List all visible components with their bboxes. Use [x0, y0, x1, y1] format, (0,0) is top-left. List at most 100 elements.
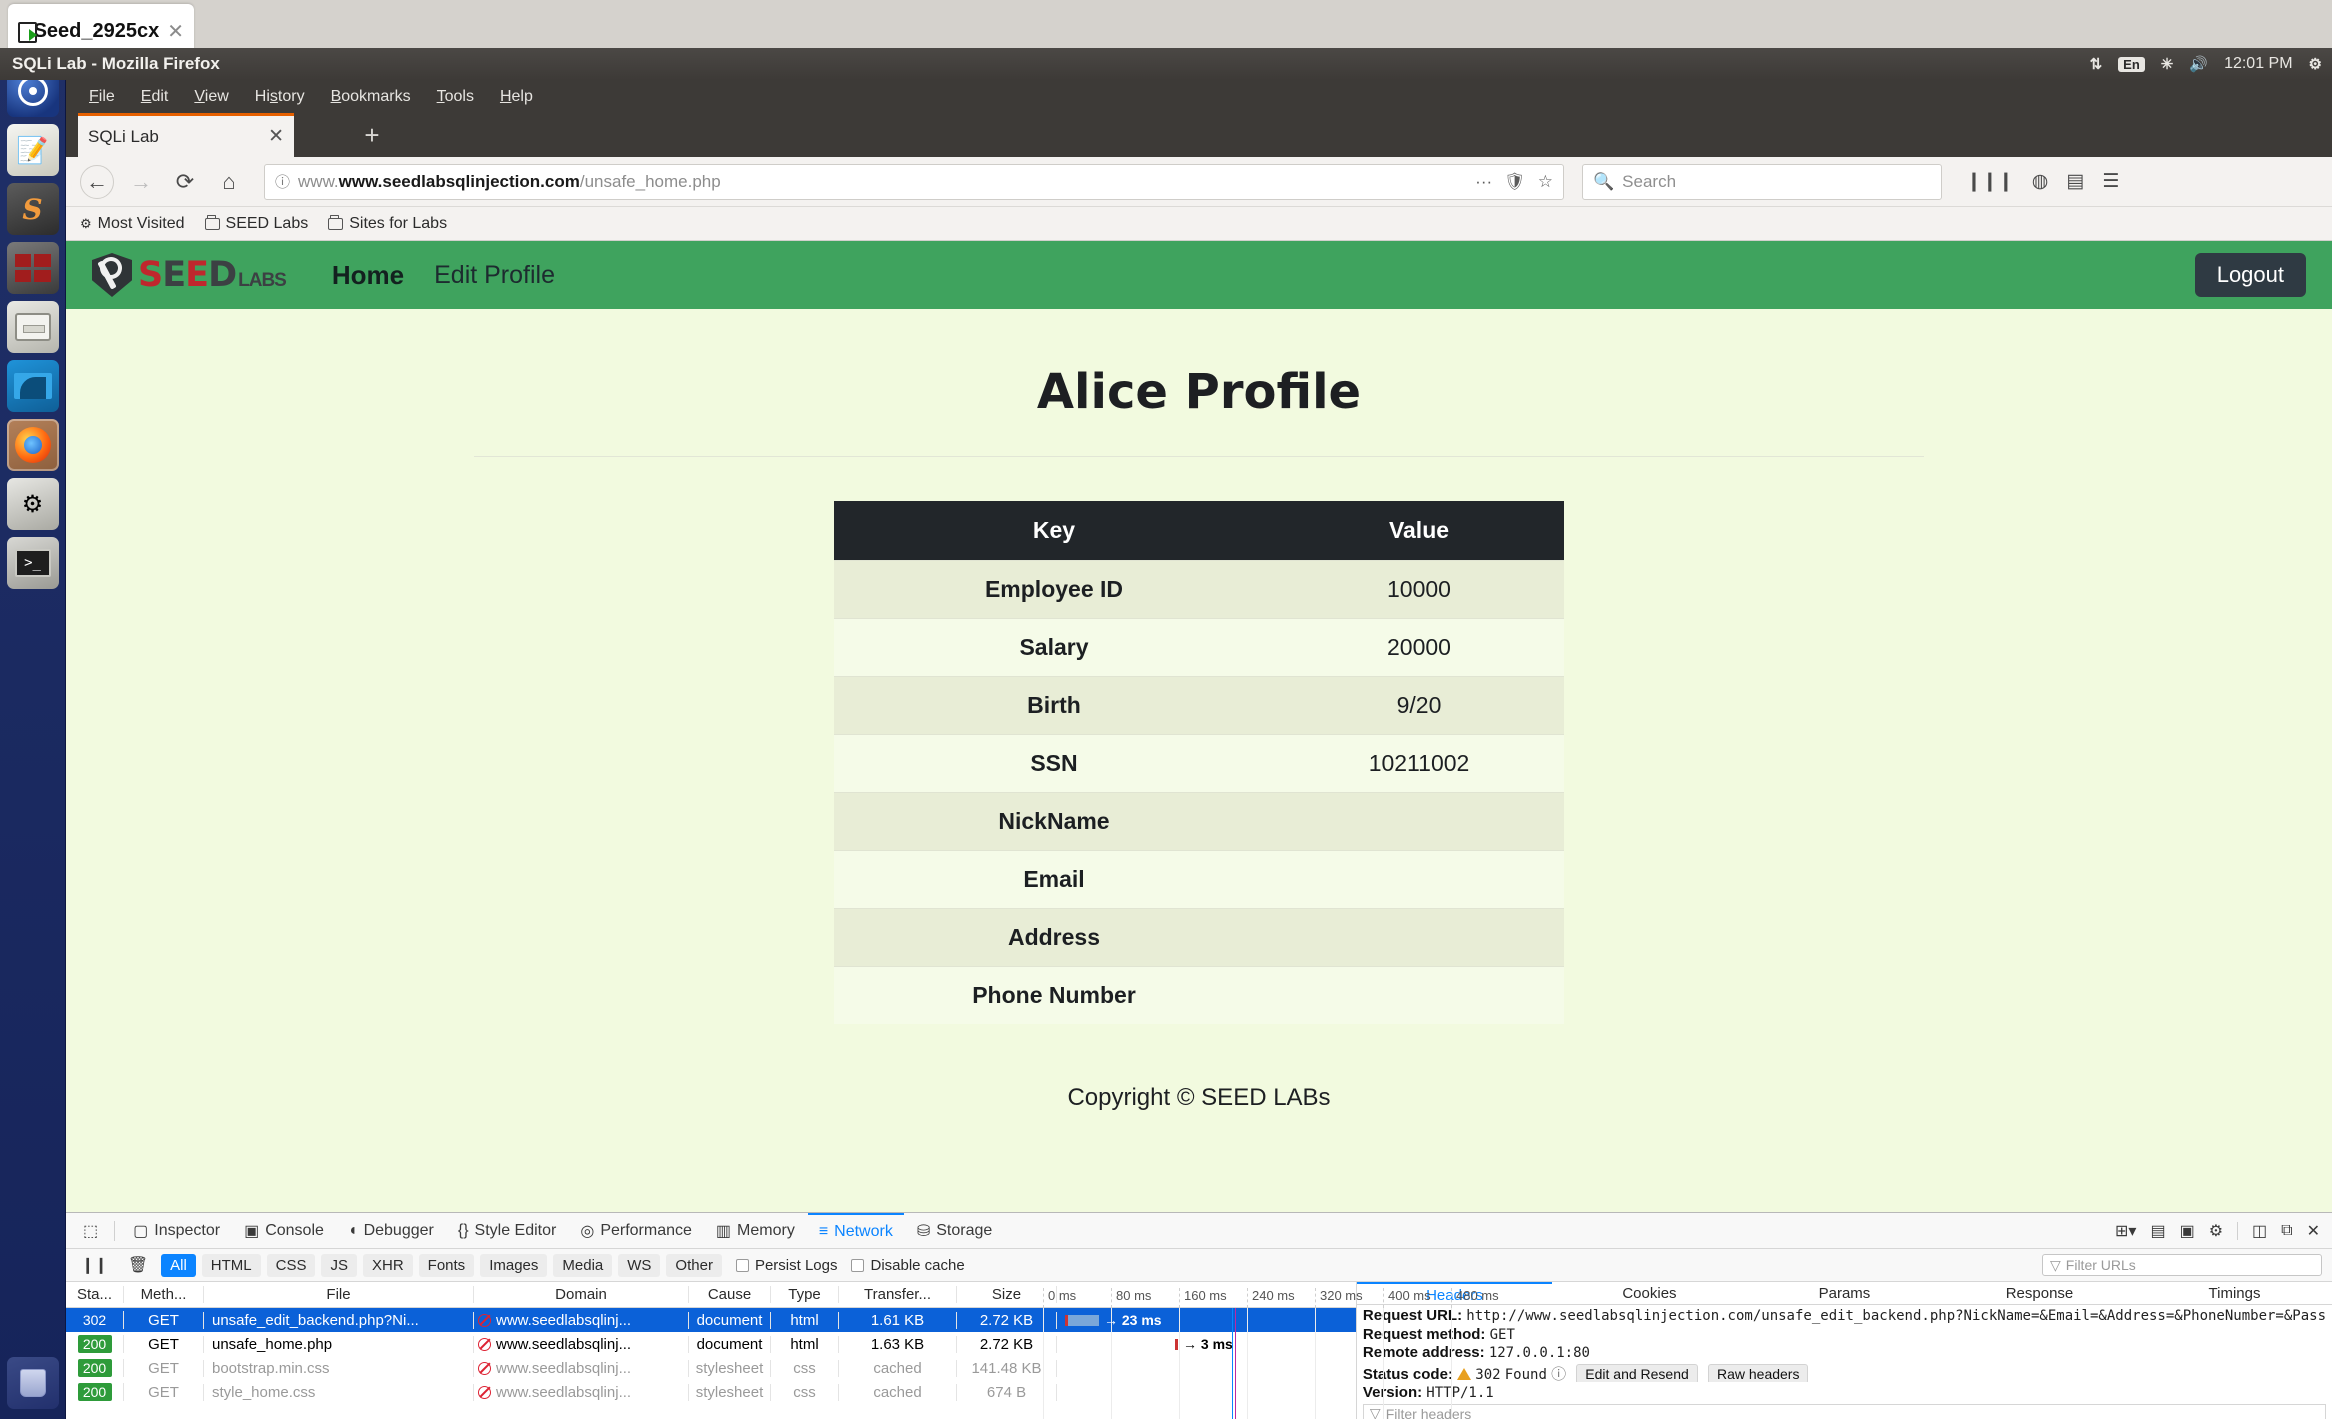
volume-icon[interactable]: 🔊: [2189, 55, 2208, 73]
console-split-icon[interactable]: ▤: [2150, 1221, 2165, 1241]
menu-bookmarks[interactable]: Bookmarks: [318, 85, 424, 109]
table-cell-value: [1274, 966, 1564, 1024]
gear-icon[interactable]: ⚙: [2209, 1221, 2223, 1241]
browser-tab-sqli-lab[interactable]: SQLi Lab ✕: [78, 113, 294, 157]
filter-xhr[interactable]: XHR: [363, 1253, 413, 1277]
table-row: Phone Number: [834, 966, 1564, 1024]
layout-icon[interactable]: ⊞▾: [2115, 1221, 2136, 1241]
clock[interactable]: 12:01 PM: [2224, 55, 2292, 73]
browser-tab-close-icon[interactable]: ✕: [268, 125, 284, 148]
tab-inspector[interactable]: ▢ Inspector: [122, 1213, 231, 1249]
col-type[interactable]: Type: [771, 1286, 839, 1303]
filter-html[interactable]: HTML: [201, 1253, 261, 1277]
seed-labs-logo[interactable]: SEED LABS: [92, 253, 287, 297]
home-button[interactable]: ⌂: [212, 165, 246, 199]
col-domain[interactable]: Domain: [474, 1286, 689, 1303]
folder-icon: [204, 214, 220, 230]
timeline-tick: 400 ms: [1383, 1288, 1431, 1308]
forward-button[interactable]: →: [124, 165, 158, 199]
filter-js[interactable]: JS: [321, 1253, 357, 1277]
menu-help[interactable]: Help: [487, 85, 546, 109]
filter-media[interactable]: Media: [553, 1253, 613, 1277]
detail-tab-params[interactable]: Params: [1747, 1282, 1942, 1304]
cell-size: 2.72 KB: [957, 1311, 1057, 1329]
filter-other[interactable]: Other: [666, 1253, 722, 1277]
title-divider: [474, 456, 1924, 457]
info-icon[interactable]: ⓘ: [275, 171, 290, 192]
tab-performance[interactable]: ◎ Performance: [569, 1213, 703, 1249]
search-bar[interactable]: 🔍 Search: [1582, 163, 1942, 200]
url-bar[interactable]: ⓘ www.www.seedlabsqlinjection.com/unsafe…: [264, 163, 1564, 200]
bluetooth-icon[interactable]: ✳: [2161, 55, 2174, 73]
disable-cache-checkbox[interactable]: Disable cache: [851, 1257, 965, 1274]
vm-tab-close-icon[interactable]: ✕: [167, 19, 184, 44]
hamburger-menu-icon[interactable]: ☰: [2102, 170, 2119, 193]
col-header-key: Key: [834, 501, 1274, 561]
filter-all[interactable]: All: [161, 1253, 196, 1277]
cell-transferred: cached: [839, 1383, 957, 1401]
timeline-tick: 240 ms: [1247, 1288, 1295, 1308]
tab-memory[interactable]: ▥ Memory: [705, 1213, 806, 1249]
col-status[interactable]: Sta...: [66, 1286, 124, 1303]
status-badge: 200: [77, 1383, 112, 1401]
bookmark-most-visited[interactable]: ⚙ Most Visited: [80, 215, 185, 233]
tracking-shield-icon[interactable]: 🛡: [1504, 172, 1526, 192]
page-actions-icon[interactable]: ···: [1475, 172, 1492, 192]
filter-images[interactable]: Images: [480, 1253, 548, 1277]
screenshot-icon[interactable]: ▣: [2180, 1221, 2195, 1241]
bookmarks-toolbar: ⚙ Most Visited SEED Labs Sites for Labs: [66, 207, 2332, 241]
back-button[interactable]: ←: [80, 164, 114, 199]
sync-icon[interactable]: ◍: [2032, 170, 2049, 193]
detail-tab-cookies[interactable]: Cookies: [1552, 1282, 1747, 1304]
col-header-value: Value: [1274, 501, 1564, 561]
dock-side-icon[interactable]: ◫: [2252, 1221, 2267, 1241]
tab-storage[interactable]: ⛁ Storage: [906, 1213, 1003, 1249]
style-editor-icon: {}: [457, 1221, 469, 1239]
menu-edit[interactable]: Edit: [128, 85, 182, 109]
gear-icon[interactable]: ⚙: [2309, 55, 2322, 73]
bookmark-sites-for-labs[interactable]: Sites for Labs: [328, 214, 447, 233]
edit-and-resend-button[interactable]: Edit and Resend: [1576, 1363, 1698, 1383]
bookmark-seed-labs[interactable]: SEED Labs: [204, 214, 308, 233]
reload-button[interactable]: ⟳: [168, 165, 202, 199]
site-nav-edit-profile[interactable]: Edit Profile: [434, 261, 555, 290]
language-indicator[interactable]: En: [2118, 56, 2145, 72]
menu-tools[interactable]: Tools: [424, 85, 487, 109]
filter-fonts[interactable]: Fonts: [418, 1253, 475, 1277]
detail-tab-timings[interactable]: Timings: [2137, 1282, 2332, 1304]
site-nav-home[interactable]: Home: [332, 260, 404, 291]
dock-window-icon[interactable]: ⧉: [2281, 1222, 2292, 1240]
pause-icon[interactable]: ❙❙: [74, 1255, 115, 1275]
help-icon[interactable]: ⓘ: [1551, 1366, 1566, 1383]
close-icon[interactable]: ✕: [2307, 1221, 2320, 1241]
menu-view[interactable]: View: [181, 85, 241, 109]
element-picker-icon[interactable]: ⬚: [74, 1221, 107, 1241]
cell-cause: document: [689, 1311, 771, 1329]
table-row: Birth 9/20: [834, 676, 1564, 735]
col-method[interactable]: Meth...: [124, 1286, 204, 1303]
col-cause[interactable]: Cause: [689, 1286, 771, 1303]
new-tab-button[interactable]: +: [356, 121, 388, 151]
menu-file[interactable]: File: [76, 85, 128, 109]
persist-logs-checkbox[interactable]: Persist Logs: [735, 1257, 837, 1274]
tab-console[interactable]: ▣ Console: [233, 1213, 335, 1249]
col-file[interactable]: File: [204, 1286, 474, 1303]
network-icon[interactable]: ⇅: [2090, 55, 2103, 73]
menu-history[interactable]: History: [242, 85, 318, 109]
raw-headers-button[interactable]: Raw headers: [1707, 1363, 1809, 1383]
library-icon[interactable]: ❙❙❙: [1966, 170, 2014, 193]
bookmark-star-icon[interactable]: ☆: [1538, 172, 1553, 192]
tab-network[interactable]: ≡ Network: [807, 1212, 904, 1249]
col-size[interactable]: Size: [957, 1286, 1057, 1303]
sidebar-icon[interactable]: ▤: [2066, 170, 2084, 193]
col-transferred[interactable]: Transfer...: [839, 1286, 957, 1303]
filter-ws[interactable]: WS: [618, 1253, 661, 1277]
table-cell-value: 9/20: [1274, 676, 1564, 735]
clear-trash-icon[interactable]: 🗑: [121, 1255, 155, 1275]
filter-urls-input[interactable]: ▽ Filter URLs: [2042, 1254, 2322, 1276]
filter-css[interactable]: CSS: [266, 1253, 316, 1277]
logout-button[interactable]: Logout: [2194, 253, 2306, 297]
tab-debugger[interactable]: ◖ Debugger: [337, 1213, 445, 1249]
detail-tab-response[interactable]: Response: [1942, 1282, 2137, 1304]
tab-style-editor[interactable]: {} Style Editor: [447, 1213, 568, 1249]
